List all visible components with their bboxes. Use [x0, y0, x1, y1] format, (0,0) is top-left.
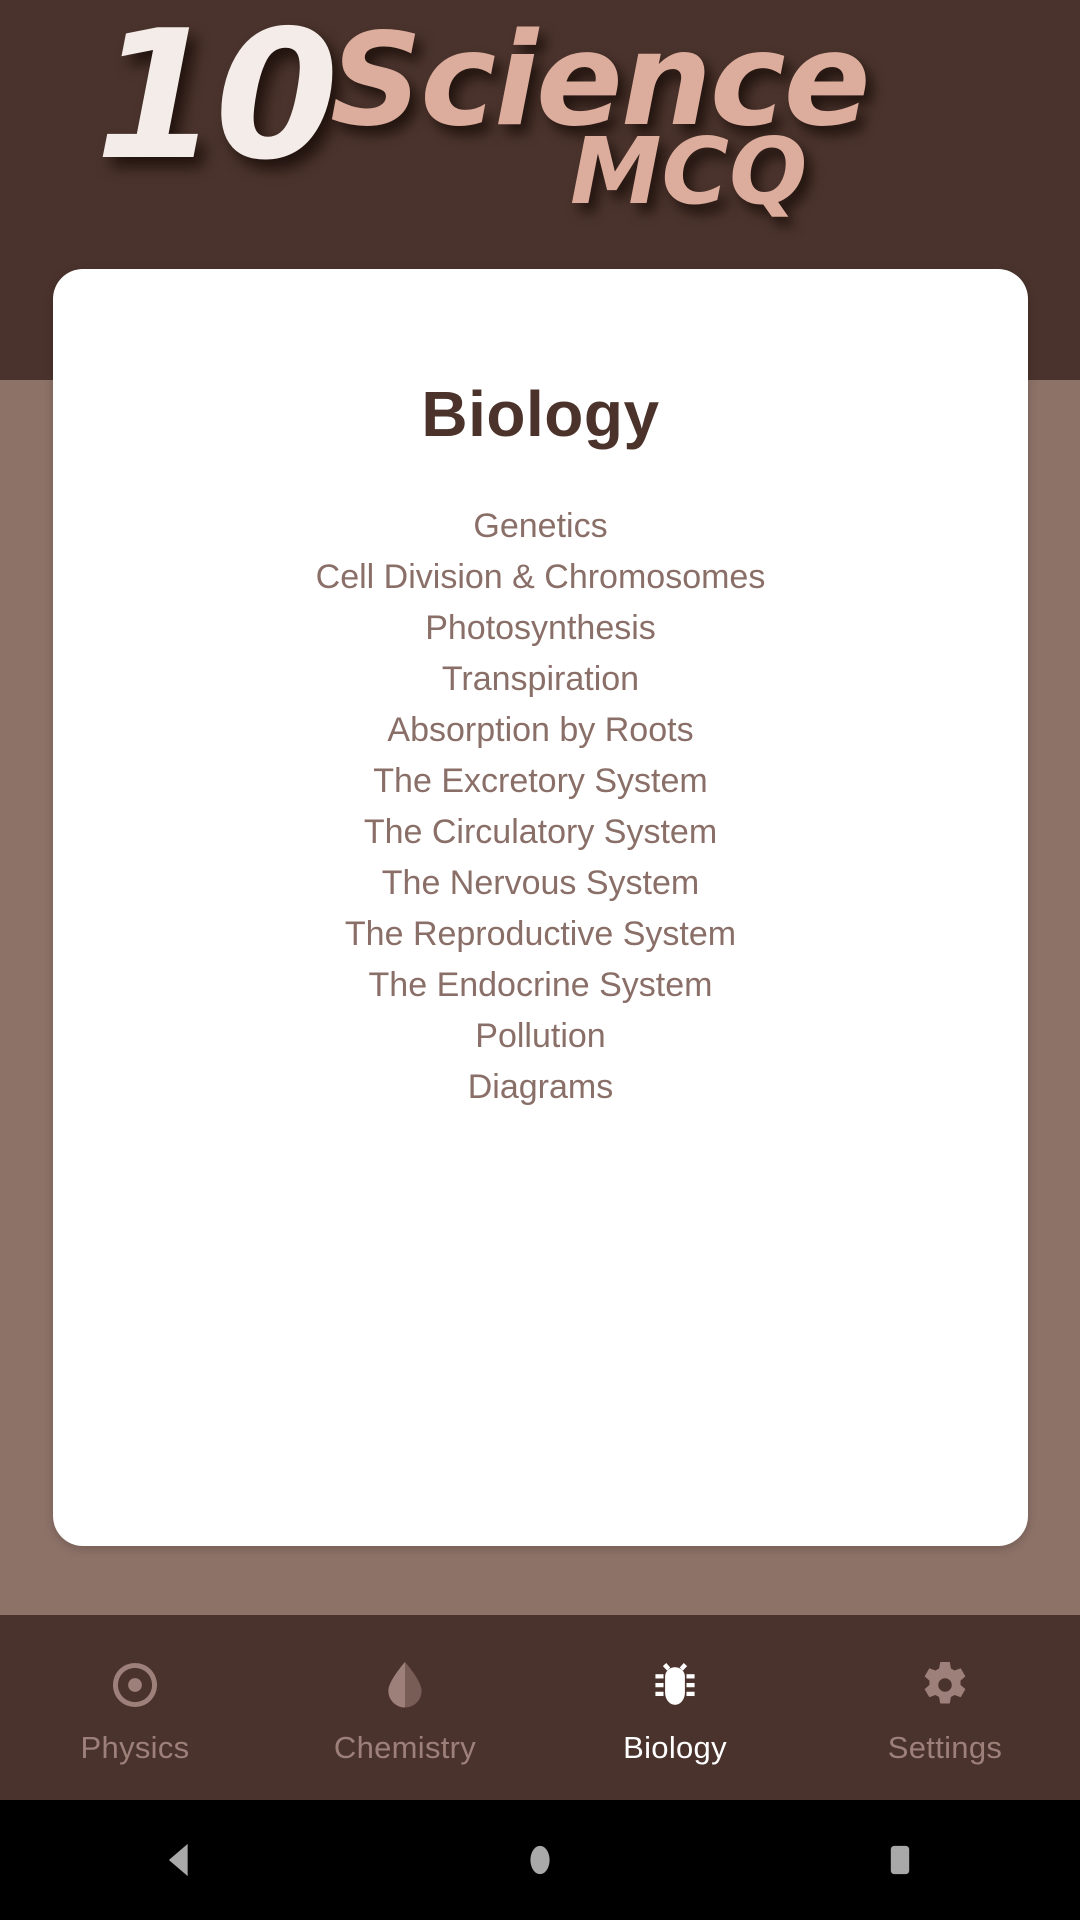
topic-item[interactable]: Genetics	[53, 501, 1028, 552]
bottom-navigation: Physics Chemistry Biology Settings	[0, 1615, 1080, 1800]
topic-item[interactable]: The Excretory System	[53, 756, 1028, 807]
topic-item[interactable]: The Nervous System	[53, 858, 1028, 909]
topic-item[interactable]: The Circulatory System	[53, 807, 1028, 858]
home-button[interactable]	[360, 1800, 720, 1920]
tab-settings[interactable]: Settings	[810, 1615, 1080, 1800]
topics-card: Biology Genetics Cell Division & Chromoso…	[53, 269, 1028, 1546]
tab-label-settings: Settings	[887, 1729, 1003, 1765]
topic-list: Genetics Cell Division & Chromosomes Photo…	[53, 501, 1028, 1113]
tab-chemistry[interactable]: Chemistry	[270, 1615, 540, 1800]
app-logo: 10 Science MCQ	[0, 0, 1080, 250]
tab-physics[interactable]: Physics	[0, 1615, 270, 1800]
android-system-nav	[0, 1800, 1080, 1920]
page-title: Biology	[421, 378, 660, 450]
topic-item[interactable]: Photosynthesis	[53, 603, 1028, 654]
logo-mcq-word: MCQ	[570, 118, 808, 225]
square-icon	[890, 1845, 910, 1875]
app-screen: 10 Science MCQ Biology Genetics Cell Divi…	[0, 0, 1080, 1920]
gear-icon	[924, 1661, 966, 1703]
topic-item[interactable]: Transpiration	[53, 654, 1028, 705]
topic-item[interactable]: Absorption by Roots	[53, 705, 1028, 756]
tab-label-physics: Physics	[80, 1729, 190, 1765]
atom-icon	[112, 1662, 158, 1707]
topic-item[interactable]: Diagrams	[53, 1062, 1028, 1113]
tab-label-biology: Biology	[623, 1729, 727, 1765]
logo-number: 10	[95, 0, 339, 199]
triangle-left-icon	[168, 1843, 188, 1877]
droplet-icon	[388, 1661, 422, 1707]
recents-button[interactable]	[720, 1800, 1080, 1920]
topic-item[interactable]: The Reproductive System	[53, 909, 1028, 960]
circle-icon	[530, 1845, 550, 1875]
topic-item[interactable]: Pollution	[53, 1011, 1028, 1062]
back-button[interactable]	[0, 1800, 360, 1920]
topic-item[interactable]: Cell Division & Chromosomes	[53, 552, 1028, 603]
bug-icon	[655, 1662, 695, 1705]
tab-biology[interactable]: Biology	[540, 1615, 810, 1800]
topic-item[interactable]: The Endocrine System	[53, 960, 1028, 1011]
tab-label-chemistry: Chemistry	[333, 1729, 477, 1765]
